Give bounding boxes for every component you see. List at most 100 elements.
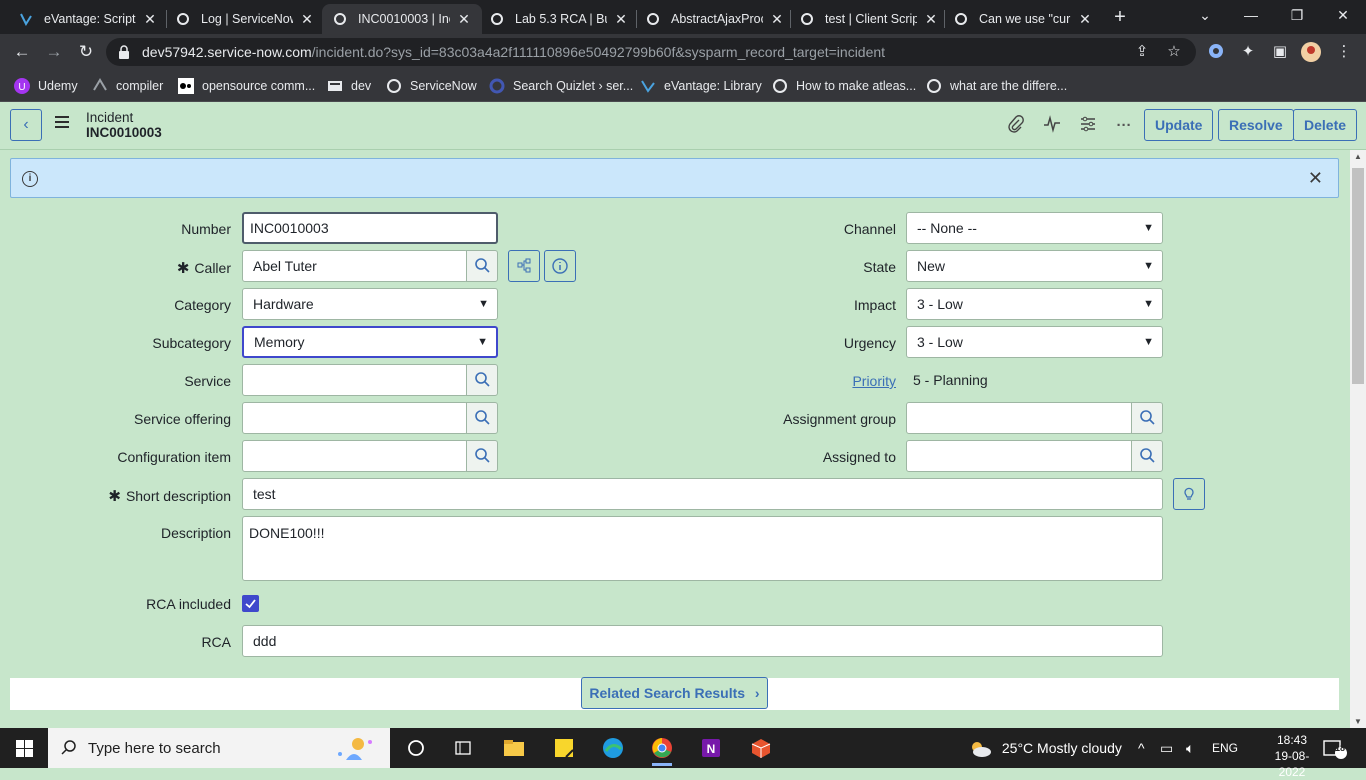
back-arrow-icon[interactable]: ← — [10, 40, 34, 64]
weather-widget[interactable]: 25°C Mostly cloudy — [968, 728, 1122, 768]
close-tab-icon[interactable]: ✕ — [769, 11, 785, 28]
windows-start-icon[interactable] — [16, 740, 33, 757]
restore-icon[interactable]: ❐ — [1274, 0, 1320, 32]
caller-tree-button[interactable] — [508, 250, 540, 282]
bookmark-servicenow[interactable]: ServiceNow — [386, 76, 477, 96]
show-hidden-icons[interactable]: ^ — [1138, 728, 1145, 768]
forward-arrow-icon[interactable]: → — [42, 40, 66, 64]
description-textarea[interactable]: DONE100!!! — [242, 516, 1163, 581]
close-tab-icon[interactable]: ✕ — [613, 11, 629, 28]
subcategory-select[interactable]: Memory ▼ — [242, 326, 498, 358]
close-window-icon[interactable]: ✕ — [1320, 0, 1366, 32]
assigned-to-lookup-button[interactable] — [1131, 440, 1163, 472]
close-tab-icon[interactable]: ✕ — [1077, 11, 1093, 28]
new-tab-icon[interactable]: + — [1109, 6, 1131, 28]
bookmark-quizlet[interactable]: Search Quizlet › ser... — [489, 76, 633, 96]
assignment-group-lookup-button[interactable] — [1131, 402, 1163, 434]
rca-included-checkbox[interactable] — [242, 595, 259, 612]
servicenow-icon — [645, 11, 661, 27]
state-select[interactable]: New ▼ — [906, 250, 1163, 282]
bookmark-howto[interactable]: How to make atleas... — [772, 76, 916, 96]
browser-tab[interactable]: eVantage: Scripti ✕ — [8, 4, 168, 34]
more-options-icon[interactable]: ··· — [1113, 115, 1135, 137]
impact-select[interactable]: 3 - Low ▼ — [906, 288, 1163, 320]
task-view-icon[interactable] — [398, 734, 434, 762]
back-button[interactable]: ‹ — [10, 109, 42, 141]
reload-icon[interactable]: ↻ — [74, 40, 98, 64]
bookmark-udemy[interactable]: U Udemy — [14, 76, 78, 96]
volume-icon[interactable]: 🔈︎ — [1186, 728, 1194, 768]
short-description-field[interactable]: test — [242, 478, 1163, 510]
close-tab-icon[interactable]: ✕ — [142, 11, 158, 28]
bookmark-differences[interactable]: what are the differe... — [926, 76, 1067, 96]
suggestion-button[interactable] — [1173, 478, 1205, 510]
vertical-scrollbar[interactable]: ▲ ▼ — [1350, 150, 1366, 728]
browser-tab[interactable]: AbstractAjaxProc ✕ — [635, 4, 795, 34]
browser-tab[interactable]: Can we use "curr ✕ — [943, 4, 1103, 34]
paperclip-icon[interactable] — [1005, 115, 1027, 137]
rca-field[interactable]: ddd — [242, 625, 1163, 657]
profile-avatar-icon[interactable] — [1301, 42, 1321, 62]
taskbar-search-box[interactable]: Type here to search — [48, 728, 390, 768]
configuration-item-lookup-button[interactable] — [466, 440, 498, 472]
bookmark-dev[interactable]: dev — [327, 76, 371, 96]
widgets-icon[interactable] — [445, 734, 481, 762]
sticky-notes-icon[interactable] — [546, 734, 582, 762]
office-box-icon[interactable] — [743, 734, 779, 762]
side-panel-icon[interactable]: ▣ — [1270, 42, 1290, 62]
hamburger-menu-icon[interactable] — [55, 116, 69, 130]
close-tab-icon[interactable]: ✕ — [299, 11, 315, 28]
onenote-icon[interactable]: N — [693, 734, 729, 762]
bookmark-star-icon[interactable]: ☆ — [1164, 42, 1184, 62]
extensions-puzzle-icon[interactable]: ✦ — [1238, 42, 1258, 62]
service-field[interactable] — [242, 364, 468, 396]
priority-link[interactable]: Priority — [852, 373, 896, 389]
urgency-select[interactable]: 3 - Low ▼ — [906, 326, 1163, 358]
battery-icon[interactable]: ▭ — [1160, 728, 1173, 768]
caller-field[interactable]: Abel Tuter — [242, 250, 468, 282]
channel-select[interactable]: -- None -- ▼ — [906, 212, 1163, 244]
tab-search-icon[interactable]: ⌄ — [1182, 0, 1228, 32]
input-language[interactable]: ENG — [1212, 728, 1238, 768]
assignment-group-field[interactable] — [906, 402, 1133, 434]
share-icon[interactable]: ⇪ — [1132, 42, 1152, 62]
resolve-button[interactable]: Resolve — [1218, 109, 1294, 141]
scroll-up-icon[interactable]: ▲ — [1350, 152, 1366, 161]
service-offering-lookup-button[interactable] — [466, 402, 498, 434]
scroll-down-icon[interactable]: ▼ — [1350, 717, 1366, 726]
notifications-icon[interactable]: 18 — [1322, 728, 1348, 768]
delete-button[interactable]: Delete — [1293, 109, 1358, 141]
update-button[interactable]: Update — [1144, 109, 1214, 141]
browser-tab[interactable]: test | Client Scrip ✕ — [789, 4, 949, 34]
number-field[interactable]: INC0010003 — [242, 212, 498, 244]
configuration-item-field[interactable] — [242, 440, 468, 472]
settings-sliders-icon[interactable] — [1077, 115, 1099, 137]
minimize-icon[interactable]: — — [1228, 0, 1274, 32]
servicenow-icon — [489, 11, 505, 27]
bookmark-evantage[interactable]: eVantage: Library — [640, 76, 762, 96]
assigned-to-field[interactable] — [906, 440, 1133, 472]
address-bar[interactable]: dev57942.service-now.com/incident.do?sys… — [106, 38, 1196, 66]
caller-lookup-button[interactable] — [466, 250, 498, 282]
bookmark-compiler[interactable]: compiler — [92, 76, 163, 96]
related-search-results-button[interactable]: Related Search Results › — [581, 677, 768, 709]
service-offering-field[interactable] — [242, 402, 468, 434]
system-clock[interactable]: 18:43 19-08-2022 — [1262, 732, 1322, 780]
close-tab-icon[interactable]: ✕ — [456, 11, 472, 28]
caller-info-button[interactable] — [544, 250, 576, 282]
browser-tab[interactable]: Lab 5.3 RCA | Bus ✕ — [479, 4, 639, 34]
scrollbar-thumb[interactable] — [1352, 168, 1364, 384]
browser-tab[interactable]: Log | ServiceNow ✕ — [165, 4, 325, 34]
category-select[interactable]: Hardware ▼ — [242, 288, 498, 320]
extension-circle-icon[interactable] — [1206, 42, 1226, 62]
bookmark-opensource[interactable]: opensource comm... — [178, 76, 315, 96]
close-tab-icon[interactable]: ✕ — [923, 11, 939, 28]
service-lookup-button[interactable] — [466, 364, 498, 396]
browser-tab-active[interactable]: INC0010003 | Inc ✕ — [322, 4, 482, 34]
edge-browser-icon[interactable] — [595, 734, 631, 762]
activity-pulse-icon[interactable] — [1041, 115, 1063, 137]
file-explorer-icon[interactable] — [496, 734, 532, 762]
chrome-browser-icon[interactable] — [644, 734, 680, 766]
menu-dots-icon[interactable]: ⋮ — [1334, 42, 1354, 62]
close-banner-icon[interactable]: ✕ — [1308, 168, 1323, 189]
